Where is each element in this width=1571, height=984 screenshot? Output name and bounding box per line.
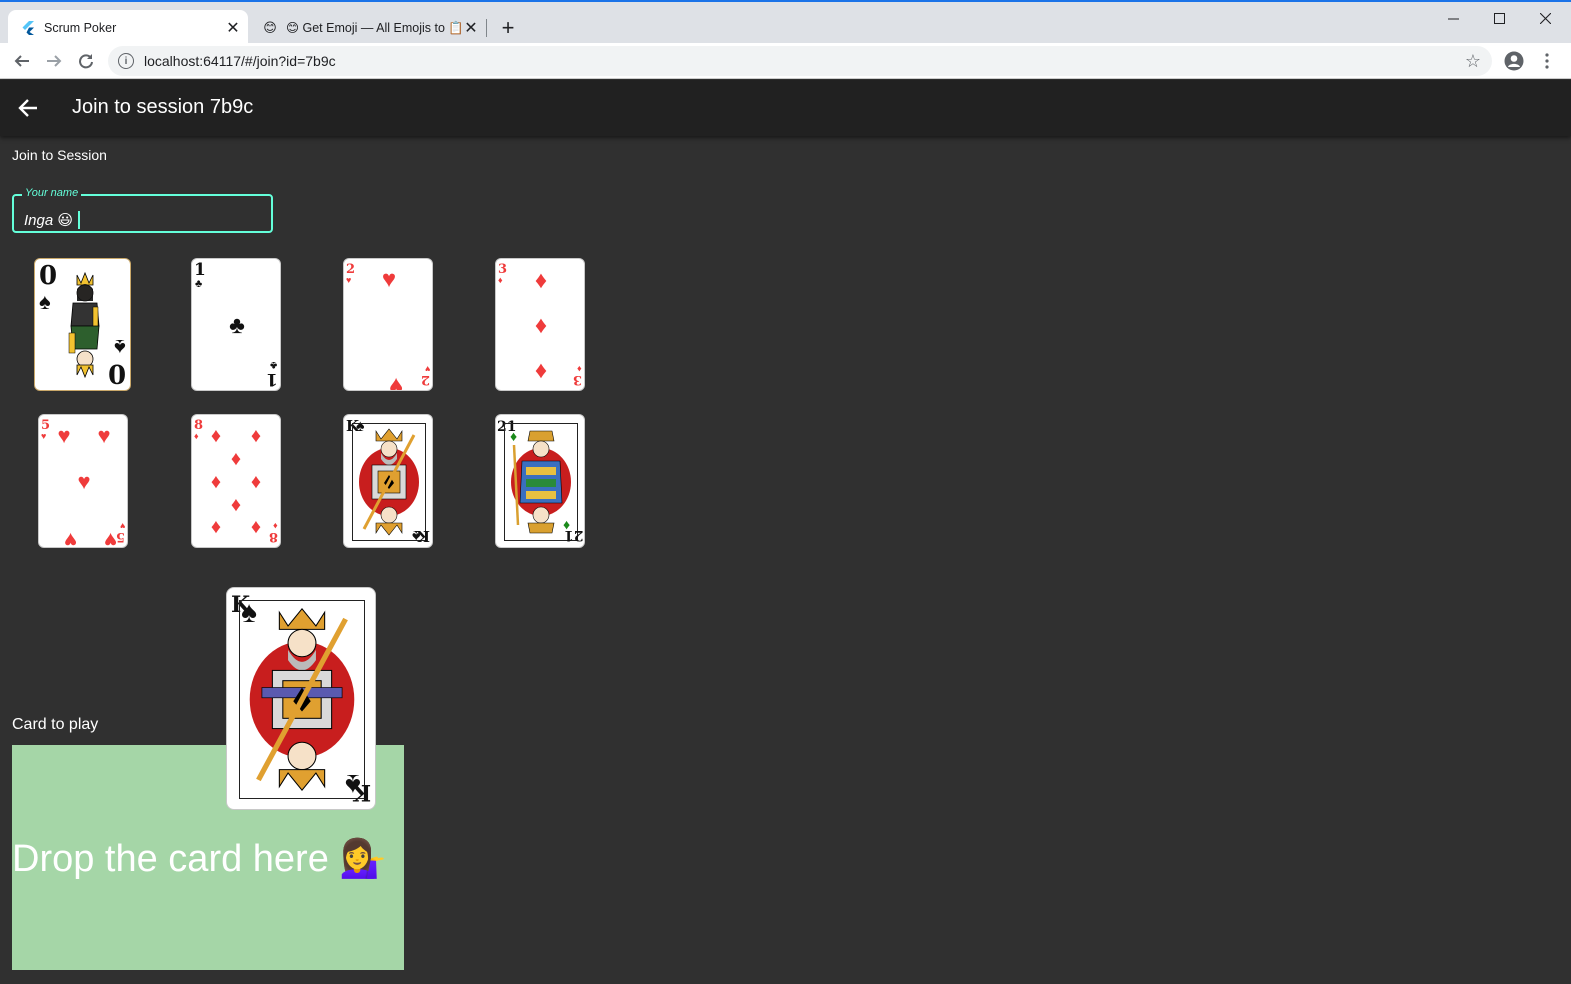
text-caret bbox=[78, 211, 80, 229]
dragged-card-king[interactable]: K ♠ K ♠ bbox=[226, 587, 376, 810]
heart-icon: ♥ bbox=[424, 364, 430, 374]
browser-tabstrip: Scrum Poker ✕ 😊 😊 Get Emoji — All Emojis… bbox=[0, 0, 1571, 45]
reload-icon[interactable] bbox=[72, 47, 100, 75]
bookmark-star-icon[interactable]: ☆ bbox=[1462, 51, 1484, 72]
spade-icon: ♠ bbox=[345, 768, 361, 801]
diamond-icon: ♦ bbox=[210, 516, 222, 538]
diamond-icon: ♦ bbox=[210, 425, 222, 447]
heart-icon: ♥ bbox=[381, 266, 397, 293]
spade-icon: ♠ bbox=[411, 527, 421, 544]
browser-menu-icon[interactable] bbox=[1533, 47, 1561, 75]
spade-icon: ♠ bbox=[39, 289, 51, 314]
heart-icon: ♥ bbox=[346, 275, 352, 285]
heart-icon: ♥ bbox=[57, 423, 71, 448]
card-4[interactable]: 5 ♥ ♥ ♥ ♥ ♥ ♥ 5 ♥ bbox=[38, 414, 128, 548]
diamond-icon: ♦ bbox=[250, 425, 262, 447]
diamond-icon: ♦ bbox=[534, 267, 548, 294]
diamond-icon: ♦ bbox=[534, 357, 548, 384]
card-5[interactable]: 8 ♦ ♦ ♦ ♦ ♦ ♦ ♦ ♦ ♦ 8 ♦ bbox=[191, 414, 281, 548]
card-1[interactable]: 1 ♣ ♣ 1 ♣ bbox=[191, 258, 281, 391]
back-button[interactable] bbox=[14, 94, 42, 122]
close-tab-icon[interactable]: ✕ bbox=[224, 19, 242, 37]
card-3[interactable]: 3 ♦ ♦ ♦ ♦ 3 ♦ bbox=[495, 258, 585, 391]
king-figure-icon bbox=[359, 428, 419, 536]
back-arrow-icon[interactable] bbox=[8, 47, 36, 75]
card-rank: 1 bbox=[194, 260, 206, 280]
emoji-smile-icon: 😊 bbox=[263, 19, 277, 35]
diamond-icon: ♦ bbox=[210, 471, 222, 493]
profile-avatar-icon[interactable] bbox=[1500, 47, 1528, 75]
forward-arrow-icon[interactable] bbox=[40, 47, 68, 75]
name-input-value[interactable]: Inga 😃 bbox=[24, 211, 73, 229]
spade-icon: ♠ bbox=[114, 335, 126, 360]
heart-icon: ♥ bbox=[64, 528, 78, 548]
diamond-icon: ♦ bbox=[250, 516, 262, 538]
diamond-icon: ♦ bbox=[562, 518, 570, 534]
card-rank: 1 bbox=[266, 369, 278, 389]
browser-toolbar: i localhost:64117/#/join?id=7b9c ☆ bbox=[0, 43, 1571, 79]
drop-zone-text: Drop the card here 💁‍♀️ bbox=[12, 838, 387, 880]
diamond-icon: ♦ bbox=[577, 364, 582, 374]
new-tab-button[interactable]: + bbox=[496, 15, 520, 40]
card-rank: 0 bbox=[39, 261, 58, 291]
name-input[interactable]: Your name Inga 😃 bbox=[12, 187, 273, 233]
heart-icon: ♥ bbox=[119, 521, 125, 531]
tab-title: Scrum Poker bbox=[44, 20, 117, 35]
card-rank: 5 bbox=[115, 529, 125, 544]
card-6[interactable]: K ♠ K ♠ bbox=[343, 414, 433, 548]
heart-icon: ♥ bbox=[41, 431, 47, 441]
heart-icon: ♥ bbox=[77, 469, 91, 494]
name-input-value-wrap[interactable]: Inga 😃 bbox=[24, 211, 80, 229]
diamond-icon: ♦ bbox=[250, 471, 262, 493]
heart-icon: ♥ bbox=[389, 372, 404, 391]
heart-icon: ♥ bbox=[97, 423, 111, 448]
club-icon: ♣ bbox=[269, 359, 277, 371]
diamond-icon: ♦ bbox=[194, 431, 199, 441]
card-to-play-label: Card to play bbox=[12, 716, 99, 733]
maximize-icon[interactable] bbox=[1476, 4, 1522, 32]
card-rank: 8 bbox=[268, 529, 278, 544]
tab-divider bbox=[486, 19, 487, 37]
window-close-icon[interactable] bbox=[1522, 4, 1568, 32]
diamond-icon: ♦ bbox=[230, 448, 242, 470]
page-title: Join to session 7b9c bbox=[72, 96, 254, 118]
diamond-icon: ♦ bbox=[534, 312, 548, 339]
card-2[interactable]: 2 ♥ ♥ ♥ 2 ♥ bbox=[343, 258, 433, 391]
minimize-icon[interactable] bbox=[1430, 4, 1476, 32]
app-bar: Join to session 7b9c bbox=[0, 80, 1571, 136]
card-7[interactable]: 21 ♦ 21 ♦ bbox=[495, 414, 585, 548]
card-rank: 2 bbox=[420, 372, 430, 387]
diamond-icon: ♦ bbox=[230, 494, 242, 516]
arrow-back-icon bbox=[18, 99, 37, 117]
section-label: Join to Session bbox=[12, 147, 107, 163]
card-rank: 0 bbox=[107, 358, 126, 388]
card-rank: 3 bbox=[572, 372, 582, 387]
close-tab-icon[interactable]: ✕ bbox=[462, 19, 480, 37]
club-icon: ♣ bbox=[229, 312, 245, 339]
tab-scrum-poker[interactable]: Scrum Poker ✕ bbox=[8, 10, 248, 45]
diamond-icon: ♦ bbox=[498, 275, 503, 285]
tab-get-emoji[interactable]: 😊 😊 Get Emoji — All Emojis to 📋 ✕ bbox=[250, 10, 486, 45]
card-0[interactable]: 0 ♠ 0 ♠ bbox=[34, 258, 131, 391]
site-info-icon[interactable]: i bbox=[118, 53, 134, 69]
url-text[interactable]: localhost:64117/#/join?id=7b9c bbox=[144, 53, 1462, 69]
address-bar[interactable]: i localhost:64117/#/join?id=7b9c ☆ bbox=[108, 46, 1492, 76]
diamond-icon: ♦ bbox=[273, 521, 278, 531]
flutter-icon bbox=[20, 20, 36, 36]
tab-title: 😊 Get Emoji — All Emojis to 📋 bbox=[286, 20, 462, 35]
queen-figure-icon bbox=[68, 271, 100, 379]
club-icon: ♣ bbox=[195, 278, 203, 290]
name-input-label: Your name bbox=[22, 187, 82, 199]
